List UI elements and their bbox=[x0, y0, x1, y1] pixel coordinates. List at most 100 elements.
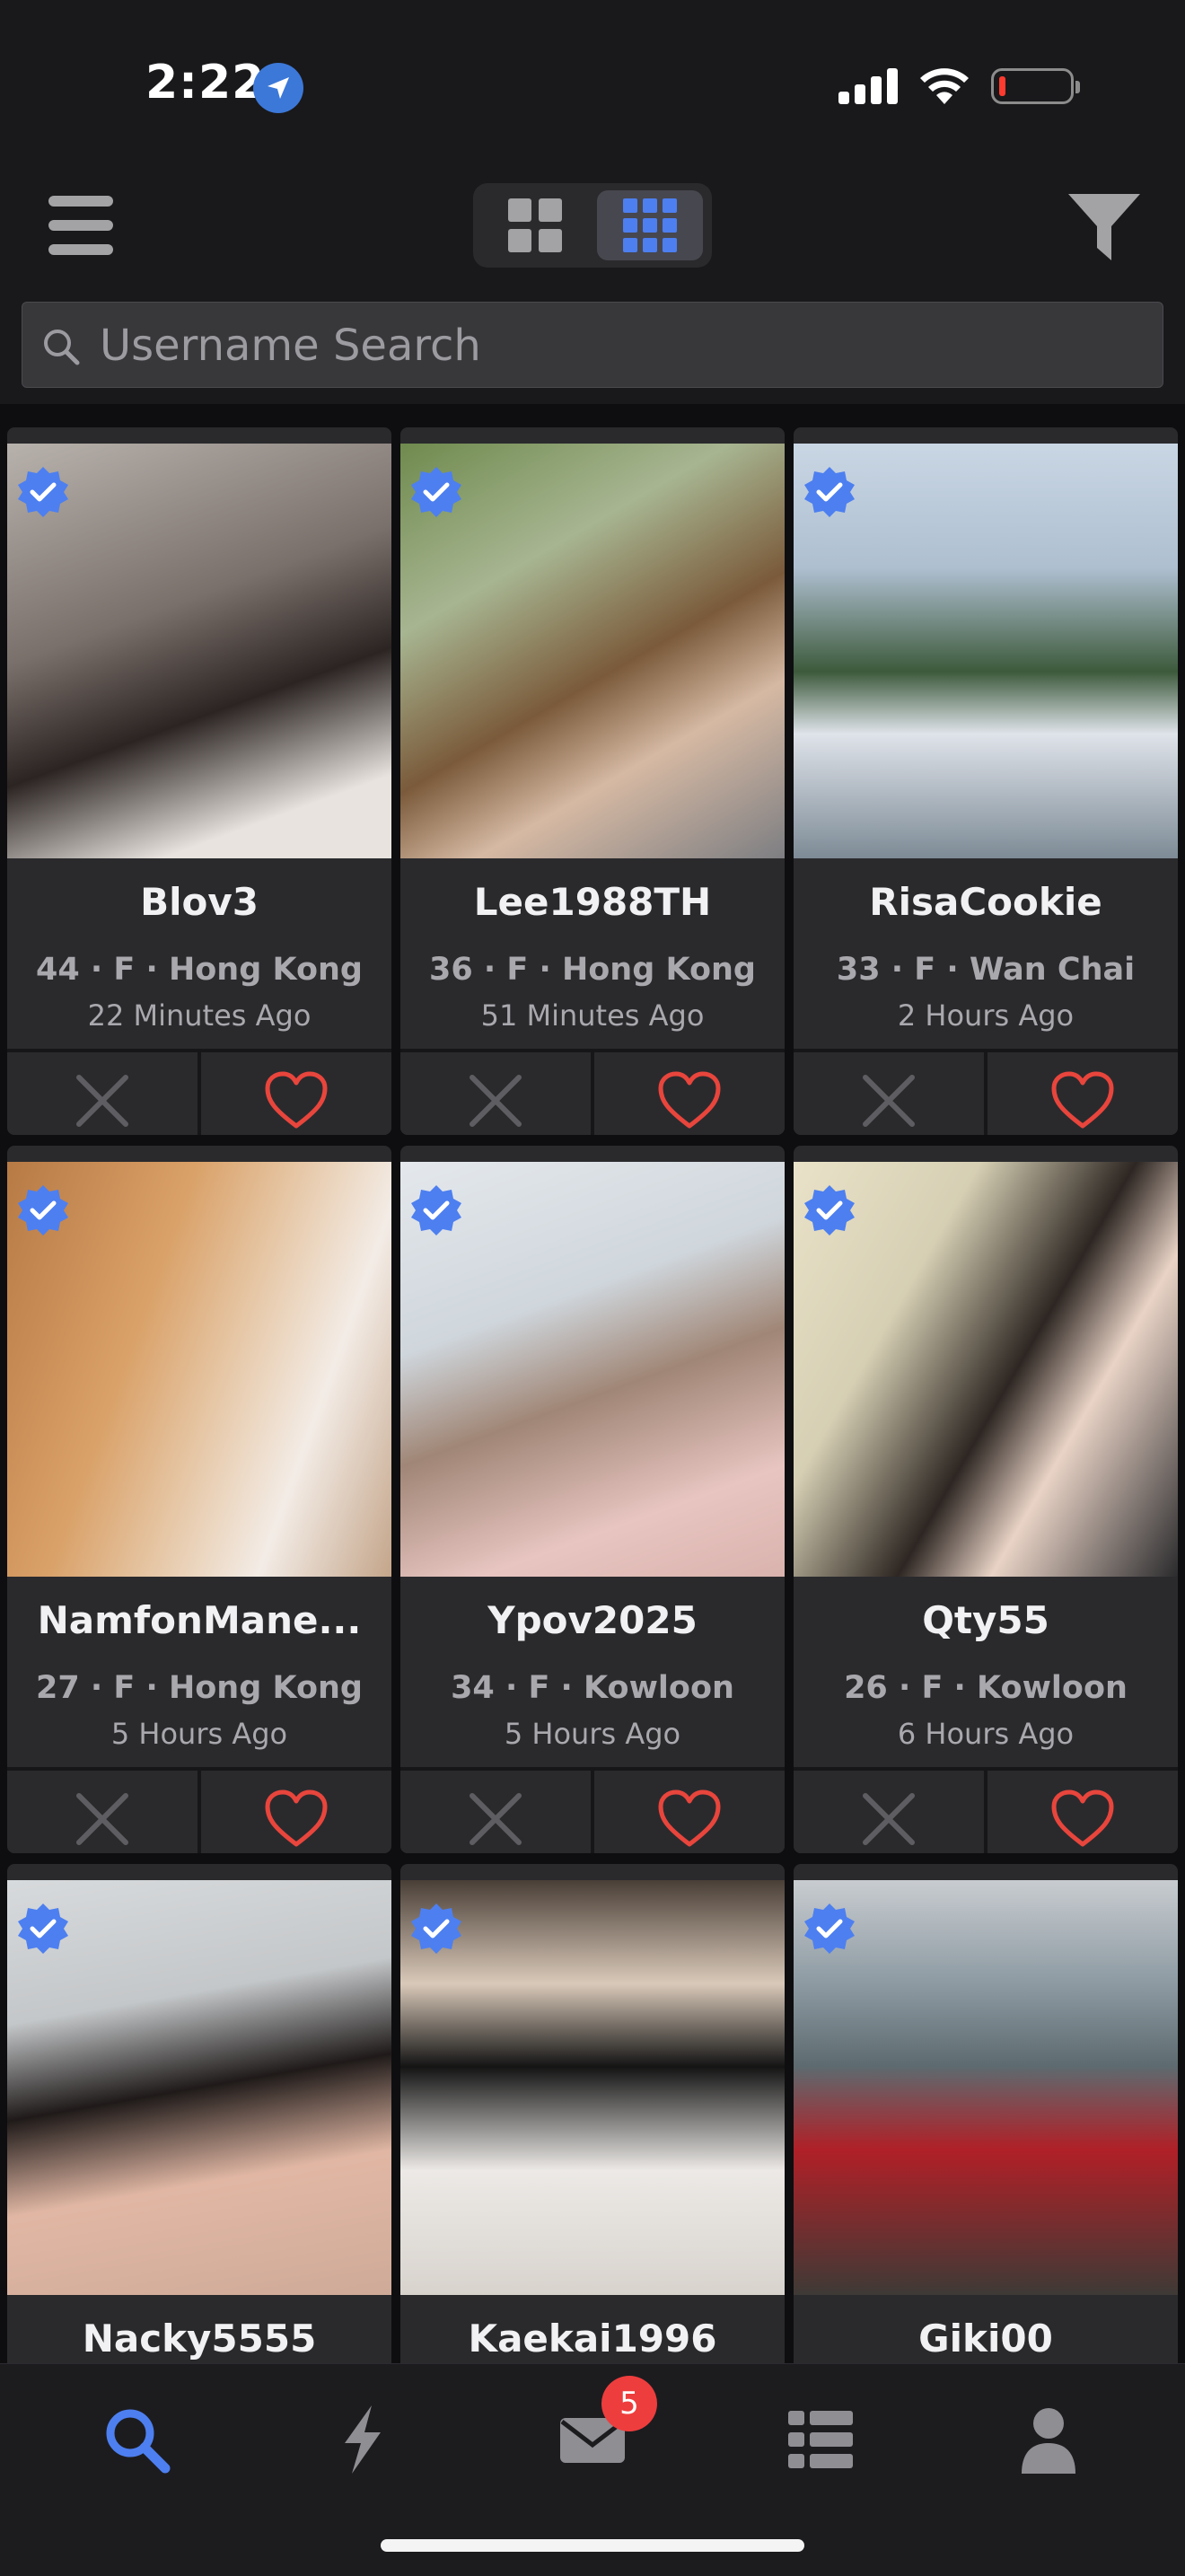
close-icon bbox=[76, 1075, 128, 1127]
large-grid-button[interactable] bbox=[482, 190, 588, 260]
tab-activity[interactable] bbox=[320, 2396, 406, 2483]
verified-badge-icon bbox=[411, 467, 461, 517]
profile-actions bbox=[400, 1767, 785, 1853]
profile-photo[interactable] bbox=[794, 1162, 1178, 1577]
like-button[interactable] bbox=[592, 1771, 783, 1853]
small-grid-icon bbox=[623, 198, 677, 252]
profile-username: RisaCookie bbox=[869, 880, 1102, 924]
close-icon bbox=[470, 1075, 522, 1127]
status-time: 2:22 bbox=[145, 56, 266, 110]
profile-actions bbox=[400, 1049, 785, 1135]
filter-icon[interactable] bbox=[1066, 192, 1142, 262]
profile-photo[interactable] bbox=[794, 1880, 1178, 2295]
dismiss-button[interactable] bbox=[400, 1771, 594, 1853]
like-button[interactable] bbox=[199, 1771, 390, 1853]
profile-details: 27 · F · Hong Kong bbox=[36, 1670, 363, 1706]
person-icon bbox=[1022, 2408, 1075, 2474]
username-search-input[interactable] bbox=[98, 313, 1143, 378]
large-grid-icon bbox=[508, 198, 562, 252]
profile-card[interactable]: Qty55 26 · F · Kowloon 6 Hours Ago bbox=[794, 1146, 1178, 1853]
home-indicator[interactable] bbox=[381, 2539, 804, 2552]
profile-photo[interactable] bbox=[7, 444, 391, 858]
profile-username: Nacky5555 bbox=[82, 2317, 317, 2361]
grid-size-toggle bbox=[473, 183, 712, 268]
username-search-bar bbox=[22, 302, 1163, 388]
profile-details: 34 · F · Kowloon bbox=[451, 1670, 734, 1706]
close-icon bbox=[863, 1793, 915, 1845]
verified-badge-icon bbox=[411, 1903, 461, 1954]
profile-card[interactable]: Kaekai1996 bbox=[400, 1864, 785, 2363]
close-icon bbox=[76, 1793, 128, 1845]
verified-badge-icon bbox=[411, 1185, 461, 1235]
profile-actions bbox=[794, 1049, 1178, 1135]
heart-icon bbox=[1051, 1789, 1114, 1847]
status-bar: 2:22 bbox=[0, 0, 1185, 171]
profile-details: 44 · F · Hong Kong bbox=[36, 952, 363, 988]
profile-card[interactable]: NamfonMane... 27 · F · Hong Kong 5 Hours… bbox=[7, 1146, 391, 1853]
wifi-icon bbox=[920, 68, 969, 104]
tab-lists[interactable] bbox=[777, 2396, 864, 2483]
profile-last-active: 2 Hours Ago bbox=[897, 998, 1075, 1033]
profile-photo[interactable] bbox=[400, 444, 785, 858]
profile-last-active: 5 Hours Ago bbox=[110, 1717, 288, 1751]
heart-icon bbox=[658, 1789, 721, 1847]
heart-icon bbox=[265, 1789, 328, 1847]
messages-badge: 5 bbox=[601, 2376, 657, 2431]
lightning-icon bbox=[345, 2405, 381, 2474]
profile-last-active: 5 Hours Ago bbox=[504, 1717, 681, 1751]
search-icon bbox=[106, 2409, 171, 2474]
battery-icon bbox=[991, 68, 1080, 104]
profile-details: 26 · F · Kowloon bbox=[844, 1670, 1128, 1706]
dismiss-button[interactable] bbox=[7, 1052, 201, 1135]
close-icon bbox=[470, 1793, 522, 1845]
profile-last-active: 6 Hours Ago bbox=[897, 1717, 1075, 1751]
profile-last-active: 51 Minutes Ago bbox=[480, 998, 705, 1033]
heart-icon bbox=[658, 1071, 721, 1129]
header-divider bbox=[0, 404, 1185, 427]
verified-badge-icon bbox=[804, 1185, 855, 1235]
profile-last-active: 22 Minutes Ago bbox=[87, 998, 312, 1033]
profile-card[interactable]: RisaCookie 33 · F · Wan Chai 2 Hours Ago bbox=[794, 427, 1178, 1135]
dismiss-button[interactable] bbox=[7, 1771, 201, 1853]
like-button[interactable] bbox=[592, 1052, 783, 1135]
heart-icon bbox=[1051, 1071, 1114, 1129]
cellular-signal-icon bbox=[838, 68, 898, 104]
profile-photo[interactable] bbox=[7, 1162, 391, 1577]
tab-profile[interactable] bbox=[1005, 2396, 1092, 2483]
profile-card[interactable]: Lee1988TH 36 · F · Hong Kong 51 Minutes … bbox=[400, 427, 785, 1135]
profile-details: 33 · F · Wan Chai bbox=[836, 952, 1136, 988]
like-button[interactable] bbox=[986, 1771, 1176, 1853]
tab-search[interactable] bbox=[93, 2396, 180, 2483]
list-icon bbox=[788, 2411, 853, 2468]
profile-username: Giki00 bbox=[918, 2317, 1053, 2361]
search-icon bbox=[44, 330, 80, 365]
dismiss-button[interactable] bbox=[400, 1052, 594, 1135]
menu-button[interactable] bbox=[48, 194, 113, 257]
profile-actions bbox=[7, 1767, 391, 1853]
profile-photo[interactable] bbox=[400, 1162, 785, 1577]
location-arrow-icon bbox=[253, 63, 303, 113]
profile-photo[interactable] bbox=[794, 444, 1178, 858]
profile-username: Kaekai1996 bbox=[468, 2317, 717, 2361]
profile-username: Ypov2025 bbox=[487, 1598, 698, 1642]
verified-badge-icon bbox=[18, 467, 68, 517]
close-icon bbox=[863, 1075, 915, 1127]
profile-username: Blov3 bbox=[140, 880, 259, 924]
profile-card[interactable]: Nacky5555 bbox=[7, 1864, 391, 2363]
small-grid-button[interactable] bbox=[597, 190, 703, 260]
verified-badge-icon bbox=[18, 1185, 68, 1235]
like-button[interactable] bbox=[986, 1052, 1176, 1135]
profile-username: NamfonMane... bbox=[37, 1598, 362, 1642]
dismiss-button[interactable] bbox=[794, 1052, 988, 1135]
profile-card[interactable]: Blov3 44 · F · Hong Kong 22 Minutes Ago bbox=[7, 427, 391, 1135]
profile-actions bbox=[794, 1767, 1178, 1853]
profile-card[interactable]: Ypov2025 34 · F · Kowloon 5 Hours Ago bbox=[400, 1146, 785, 1853]
profile-actions bbox=[7, 1049, 391, 1135]
profile-grid: Blov3 44 · F · Hong Kong 22 Minutes Ago … bbox=[0, 427, 1185, 2363]
profile-card[interactable]: Giki00 bbox=[794, 1864, 1178, 2363]
dismiss-button[interactable] bbox=[794, 1771, 988, 1853]
like-button[interactable] bbox=[199, 1052, 390, 1135]
profile-details: 36 · F · Hong Kong bbox=[429, 952, 756, 988]
profile-photo[interactable] bbox=[7, 1880, 391, 2295]
profile-photo[interactable] bbox=[400, 1880, 785, 2295]
